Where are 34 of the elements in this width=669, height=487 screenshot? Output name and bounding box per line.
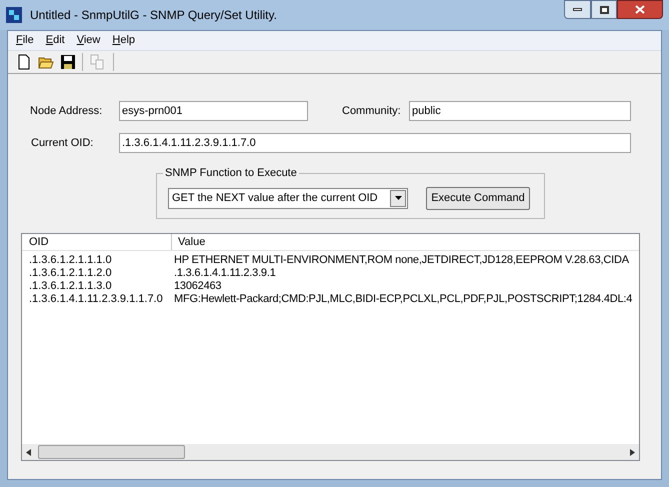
maximize-button[interactable]: [591, 0, 617, 19]
minimize-button[interactable]: [564, 0, 591, 19]
community-label: Community:: [342, 104, 402, 119]
scroll-left-icon[interactable]: [26, 448, 31, 456]
table-cell-text: HP ETHERNET MULTI-ENVIRONMENT,ROM none,JETDIRECT,JD128,EEPROM V.28.63,CIDA: [173, 254, 629, 267]
scrollbar-thumb[interactable]: [38, 445, 185, 459]
function-dropdown[interactable]: GET the NEXT value after the current OID: [168, 188, 408, 208]
menu-item[interactable]: View: [70, 32, 106, 49]
scroll-right-icon[interactable]: [630, 448, 635, 456]
caret-icon: [394, 196, 402, 200]
table-cell-text: .1.3.6.1.2.1.1.2.0: [28, 267, 113, 280]
current-oid-label: Current OID:: [30, 136, 94, 151]
execute-command-button[interactable]: Execute Command: [426, 186, 530, 210]
close-button[interactable]: [617, 0, 663, 19]
menu-item[interactable]: Help: [106, 32, 142, 49]
table-cell-text: .1.3.6.1.2.1.1.1.0: [28, 254, 113, 267]
table-cell-text: .1.3.6.1.4.1.11.2.3.9.1.1.7.0: [28, 293, 164, 306]
window-title: Untitled - SnmpUtilG - SNMP Query/Set Utility.: [30, 7, 278, 24]
column-header[interactable]: Value: [172, 234, 639, 250]
menu-item[interactable]: Edit: [40, 32, 71, 49]
table-cell-text: .1.3.6.1.2.1.1.3.0: [28, 280, 113, 293]
table-cell-text: MFG:Hewlett-Packard;CMD:PJL,MLC,BIDI-ECP,PCLXL,PCL,PDF,PJL,POSTSCRIPT;1284.4DL:4: [173, 293, 632, 306]
app-icon: [6, 7, 22, 23]
node-address-field[interactable]: esys-prn001: [119, 101, 308, 121]
column-header[interactable]: OID: [22, 234, 172, 250]
horizontal-scrollbar[interactable]: [22, 444, 639, 460]
new-document-icon[interactable]: [16, 54, 32, 70]
node-address-label: Node Address:: [29, 104, 104, 119]
table-cell-text: 13062463: [173, 280, 222, 293]
menu-item[interactable]: File: [10, 32, 40, 49]
community-field[interactable]: public: [409, 101, 631, 121]
current-oid-field[interactable]: .1.3.6.1.4.1.11.2.3.9.1.1.7.0: [119, 133, 631, 153]
table-cell-text: .1.3.6.1.4.1.11.2.3.9.1: [173, 267, 276, 280]
close-icon: [635, 5, 645, 14]
